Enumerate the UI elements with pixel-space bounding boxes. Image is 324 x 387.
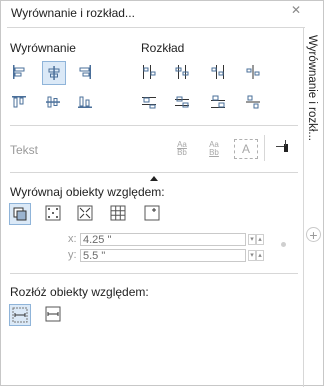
distribute-left-button[interactable]: [140, 63, 158, 81]
page-center-icon: [77, 205, 93, 221]
distribute-spacing-h-button[interactable]: [244, 63, 262, 81]
x-spin-down[interactable]: ▾: [248, 234, 256, 245]
docker-titlebar: Wyrównanie i rozkład... ✕: [7, 1, 305, 27]
align-right-icon: [79, 65, 91, 79]
bb-text: Bb: [177, 148, 187, 157]
distribute-center-h-button[interactable]: [173, 63, 191, 81]
distribute-spacing-horizontal-icon: [246, 65, 260, 79]
y-label: y:: [68, 249, 77, 261]
align-center-v-button[interactable]: [44, 93, 62, 111]
x-label: x:: [68, 233, 77, 245]
lock-dot-icon[interactable]: [281, 242, 286, 247]
distribute-top-icon: [142, 97, 156, 109]
align-right-button[interactable]: [76, 63, 94, 81]
bb-text-2: Bb: [209, 148, 219, 157]
align-left-icon: [13, 65, 25, 79]
text-heading: Tekst: [10, 143, 39, 157]
distribute-page-extent-button[interactable]: [44, 305, 62, 323]
plus-icon[interactable]: +: [306, 227, 321, 242]
align-bottom-button[interactable]: [76, 93, 94, 111]
align-distribute-docker: Wyrównanie i rozkład... ✕ Wyrównanie Roz…: [0, 0, 324, 387]
text-align-bb-bottom-button[interactable]: Aa Bb: [204, 138, 224, 160]
distribute-left-icon: [143, 65, 156, 79]
close-icon[interactable]: ✕: [291, 3, 301, 17]
relative-active-objects-button[interactable]: [9, 203, 31, 225]
align-center-h-button[interactable]: [42, 61, 66, 85]
grid-icon: [110, 205, 126, 221]
distribute-right-icon: [211, 65, 224, 79]
relative-page-edge-button[interactable]: [44, 204, 62, 222]
distribute-bottom-button[interactable]: [209, 93, 227, 111]
alignment-heading: Wyrównanie: [10, 41, 76, 55]
y-spin-down[interactable]: ▾: [248, 250, 256, 261]
panel-content: Wyrównanie Rozkład Tekst Aa Bb Aa Bb A W…: [9, 27, 298, 387]
distribute-right-button[interactable]: [209, 63, 227, 81]
align-center-horizontal-icon: [48, 66, 60, 80]
distribute-top-button[interactable]: [140, 93, 158, 111]
pin-icon: [276, 140, 288, 152]
align-center-vertical-icon: [46, 96, 60, 108]
distribute-relative-heading: Rozłóż obiekty względem:: [10, 285, 149, 299]
active-objects-icon: [13, 207, 27, 221]
docker-title: Wyrównanie i rozkład...: [11, 6, 135, 20]
alignment-divider: [10, 125, 298, 126]
distribute-spacing-v-button[interactable]: [244, 93, 262, 111]
align-bottom-icon: [78, 96, 92, 108]
y-coordinate-input[interactable]: 5.5 ": [80, 249, 246, 262]
distribute-selection-extent-button[interactable]: [9, 304, 31, 326]
align-relative-heading: Wyrównaj obiekty względem:: [10, 185, 165, 199]
text-frame-button[interactable]: A: [234, 139, 258, 159]
relative-point-button[interactable]: [143, 204, 161, 222]
x-spin-up[interactable]: ▴: [256, 234, 264, 245]
triangle-up-icon: [150, 176, 158, 181]
align-relative-divider: [10, 273, 298, 274]
y-spin-up[interactable]: ▴: [256, 250, 264, 261]
side-tab-strip: Wyrównanie i rozkł... +: [303, 27, 323, 387]
page-edge-icon: [45, 205, 61, 221]
align-left-button[interactable]: [10, 63, 28, 81]
x-coordinate-input[interactable]: 4.25 ": [80, 233, 246, 246]
point-icon: [144, 205, 160, 221]
text-align-aa-top-button[interactable]: Aa Bb: [172, 138, 192, 160]
distribute-spacing-vertical-icon: [246, 95, 260, 109]
align-top-icon: [12, 96, 26, 108]
distribute-center-v-button[interactable]: [173, 93, 191, 111]
side-tab-label[interactable]: Wyrównanie i rozkł...: [306, 35, 318, 141]
distribution-heading: Rozkład: [141, 41, 185, 55]
frame-a-text: A: [241, 142, 250, 156]
distribute-bottom-icon: [211, 95, 225, 108]
text-row-divider: [264, 135, 265, 161]
relative-page-center-button[interactable]: [76, 204, 94, 222]
expand-handle[interactable]: [150, 170, 158, 184]
align-top-button[interactable]: [10, 93, 28, 111]
pin-button[interactable]: [274, 139, 292, 157]
selection-extent-icon: [12, 307, 28, 323]
page-extent-icon: [45, 306, 61, 322]
distribute-center-horizontal-icon: [175, 65, 189, 79]
distribute-center-vertical-icon: [175, 96, 189, 108]
relative-grid-button[interactable]: [109, 204, 127, 222]
